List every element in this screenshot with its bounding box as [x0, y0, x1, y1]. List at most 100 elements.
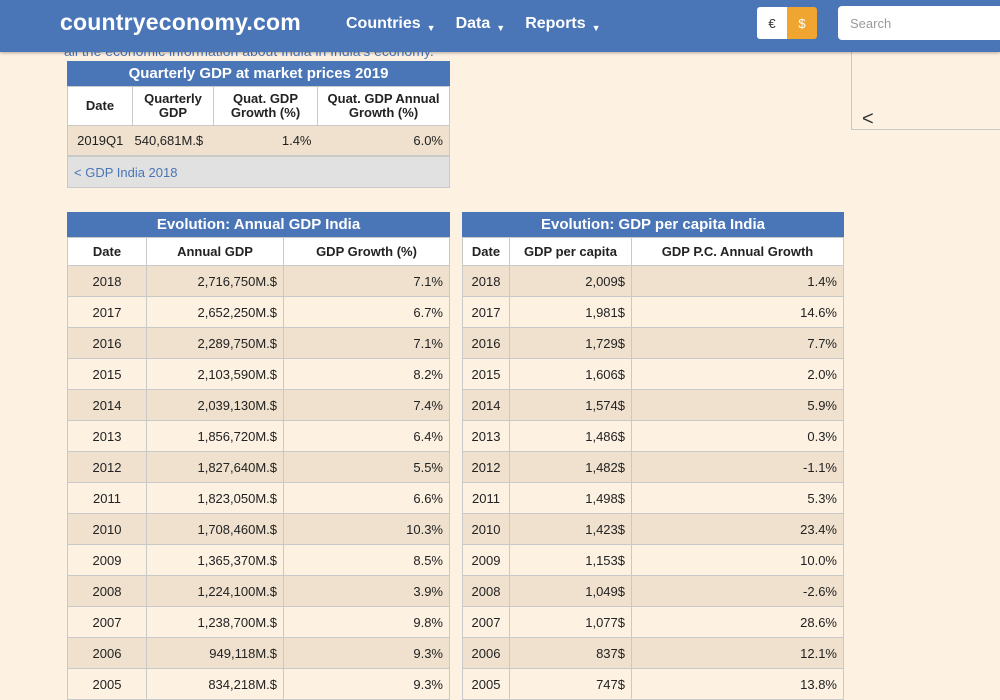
growth-cell: 1.4%: [631, 265, 844, 297]
value-cell: 1,981$: [509, 296, 632, 328]
table-row: 2012 1,482$ -1.1%: [462, 451, 844, 483]
value-cell: 1,238,700M.$: [146, 606, 284, 638]
table-row: 2007 1,077$ 28.6%: [462, 606, 844, 638]
growth-cell: -2.6%: [631, 575, 844, 607]
value-cell: 1,365,370M.$: [146, 544, 284, 576]
growth-cell: 3.9%: [283, 575, 450, 607]
nav-reports-label: Reports: [525, 15, 586, 32]
growth-cell: 28.6%: [631, 606, 844, 638]
growth-cell: 14.6%: [631, 296, 844, 328]
main-nav: Countries ▼ Data ▼ Reports ▼: [346, 15, 621, 33]
value-cell: 6.0%: [317, 125, 450, 156]
usd-currency-button[interactable]: $: [787, 7, 817, 39]
nav-countries[interactable]: Countries ▼: [346, 15, 436, 33]
value-cell: 1,049$: [509, 575, 632, 607]
table-row: 2015 2,103,590M.$ 8.2%: [67, 358, 450, 390]
value-cell: 2,652,250M.$: [146, 296, 284, 328]
growth-cell: 0.3%: [631, 420, 844, 452]
table-row: 2014 1,574$ 5.9%: [462, 389, 844, 421]
growth-cell: 6.6%: [283, 482, 450, 514]
growth-cell: 10.3%: [283, 513, 450, 545]
year-cell: 2011: [67, 482, 147, 514]
year-cell: 2014: [67, 389, 147, 421]
year-cell: 2018: [462, 265, 510, 297]
value-cell: 1,574$: [509, 389, 632, 421]
side-panel: <: [851, 52, 1000, 130]
chevron-down-icon: ▼: [496, 23, 506, 33]
nav-data[interactable]: Data ▼: [456, 15, 506, 33]
value-cell: 1,153$: [509, 544, 632, 576]
quarterly-gdp-table: Quarterly GDP at market prices 2019 Date…: [67, 61, 450, 156]
table-row: 2008 1,049$ -2.6%: [462, 575, 844, 607]
table-header-row: Date Quarterly GDP Quat. GDP Growth (%) …: [67, 86, 450, 126]
growth-cell: 5.3%: [631, 482, 844, 514]
growth-cell: 9.8%: [283, 606, 450, 638]
year-cell: 2018: [67, 265, 147, 297]
value-cell: 1,224,100M.$: [146, 575, 284, 607]
growth-cell: 12.1%: [631, 637, 844, 669]
value-cell: 1,856,720M.$: [146, 420, 284, 452]
value-cell: 1,423$: [509, 513, 632, 545]
euro-currency-button[interactable]: €: [757, 7, 787, 39]
growth-cell: 6.7%: [283, 296, 450, 328]
table-row: 2009 1,153$ 10.0%: [462, 544, 844, 576]
column-header: Quarterly GDP: [132, 86, 214, 126]
year-cell: 2010: [67, 513, 147, 545]
table-row: 2006 949,118M.$ 9.3%: [67, 637, 450, 669]
growth-cell: 8.2%: [283, 358, 450, 390]
column-header: GDP P.C. Annual Growth: [631, 237, 844, 266]
column-header: Date: [462, 237, 510, 266]
quarterly-table-title: Quarterly GDP at market prices 2019: [67, 61, 450, 86]
value-cell: 2,716,750M.$: [146, 265, 284, 297]
year-cell: 2017: [462, 296, 510, 328]
table-row: 2015 1,606$ 2.0%: [462, 358, 844, 390]
table-row: 2019Q1 540,681M.$ 1.4% 6.0%: [67, 125, 450, 156]
year-cell: 2016: [67, 327, 147, 359]
table-row: 2013 1,856,720M.$ 6.4%: [67, 420, 450, 452]
chevron-left-icon[interactable]: <: [862, 108, 874, 131]
year-cell: 2008: [67, 575, 147, 607]
value-cell: 1,827,640M.$: [146, 451, 284, 483]
value-cell: 540,681M.$: [132, 125, 214, 156]
column-header: Quat. GDP Annual Growth (%): [317, 86, 450, 126]
search-input[interactable]: [838, 6, 1000, 40]
year-cell: 2012: [462, 451, 510, 483]
value-cell: 834,218M.$: [146, 668, 284, 700]
annual-table-title: Evolution: Annual GDP India: [67, 212, 450, 237]
value-cell: 1,606$: [509, 358, 632, 390]
year-cell: 2013: [462, 420, 510, 452]
year-cell: 2006: [462, 637, 510, 669]
per-capita-table-title: Evolution: GDP per capita India: [462, 212, 844, 237]
column-header: Quat. GDP Growth (%): [213, 86, 318, 126]
prev-year-link[interactable]: < GDP India 2018: [67, 156, 450, 188]
currency-toggle: € $: [757, 7, 817, 39]
value-cell: 1,077$: [509, 606, 632, 638]
value-cell: 837$: [509, 637, 632, 669]
value-cell: 2,039,130M.$: [146, 389, 284, 421]
table-row: 2017 2,652,250M.$ 6.7%: [67, 296, 450, 328]
growth-cell: 8.5%: [283, 544, 450, 576]
table-row: 2014 2,039,130M.$ 7.4%: [67, 389, 450, 421]
column-header: GDP per capita: [509, 237, 632, 266]
nav-reports[interactable]: Reports ▼: [525, 15, 600, 33]
growth-cell: 9.3%: [283, 637, 450, 669]
value-cell: 949,118M.$: [146, 637, 284, 669]
site-logo[interactable]: countryeconomy.com: [60, 9, 301, 36]
column-header: Annual GDP: [146, 237, 284, 266]
table-row: 2016 1,729$ 7.7%: [462, 327, 844, 359]
year-cell: 2015: [67, 358, 147, 390]
date-cell: 2019Q1: [67, 125, 133, 156]
column-header: Date: [67, 237, 147, 266]
year-cell: 2006: [67, 637, 147, 669]
nav-countries-label: Countries: [346, 15, 421, 32]
nav-data-label: Data: [455, 15, 491, 32]
column-header: GDP Growth (%): [283, 237, 450, 266]
growth-cell: 23.4%: [631, 513, 844, 545]
year-cell: 2013: [67, 420, 147, 452]
value-cell: 1,482$: [509, 451, 632, 483]
annual-gdp-table: Evolution: Annual GDP India Date Annual …: [67, 212, 450, 700]
top-navbar: countryeconomy.com Countries ▼ Data ▼ Re…: [0, 0, 1000, 52]
year-cell: 2009: [67, 544, 147, 576]
growth-cell: 10.0%: [631, 544, 844, 576]
growth-cell: 13.8%: [631, 668, 844, 700]
